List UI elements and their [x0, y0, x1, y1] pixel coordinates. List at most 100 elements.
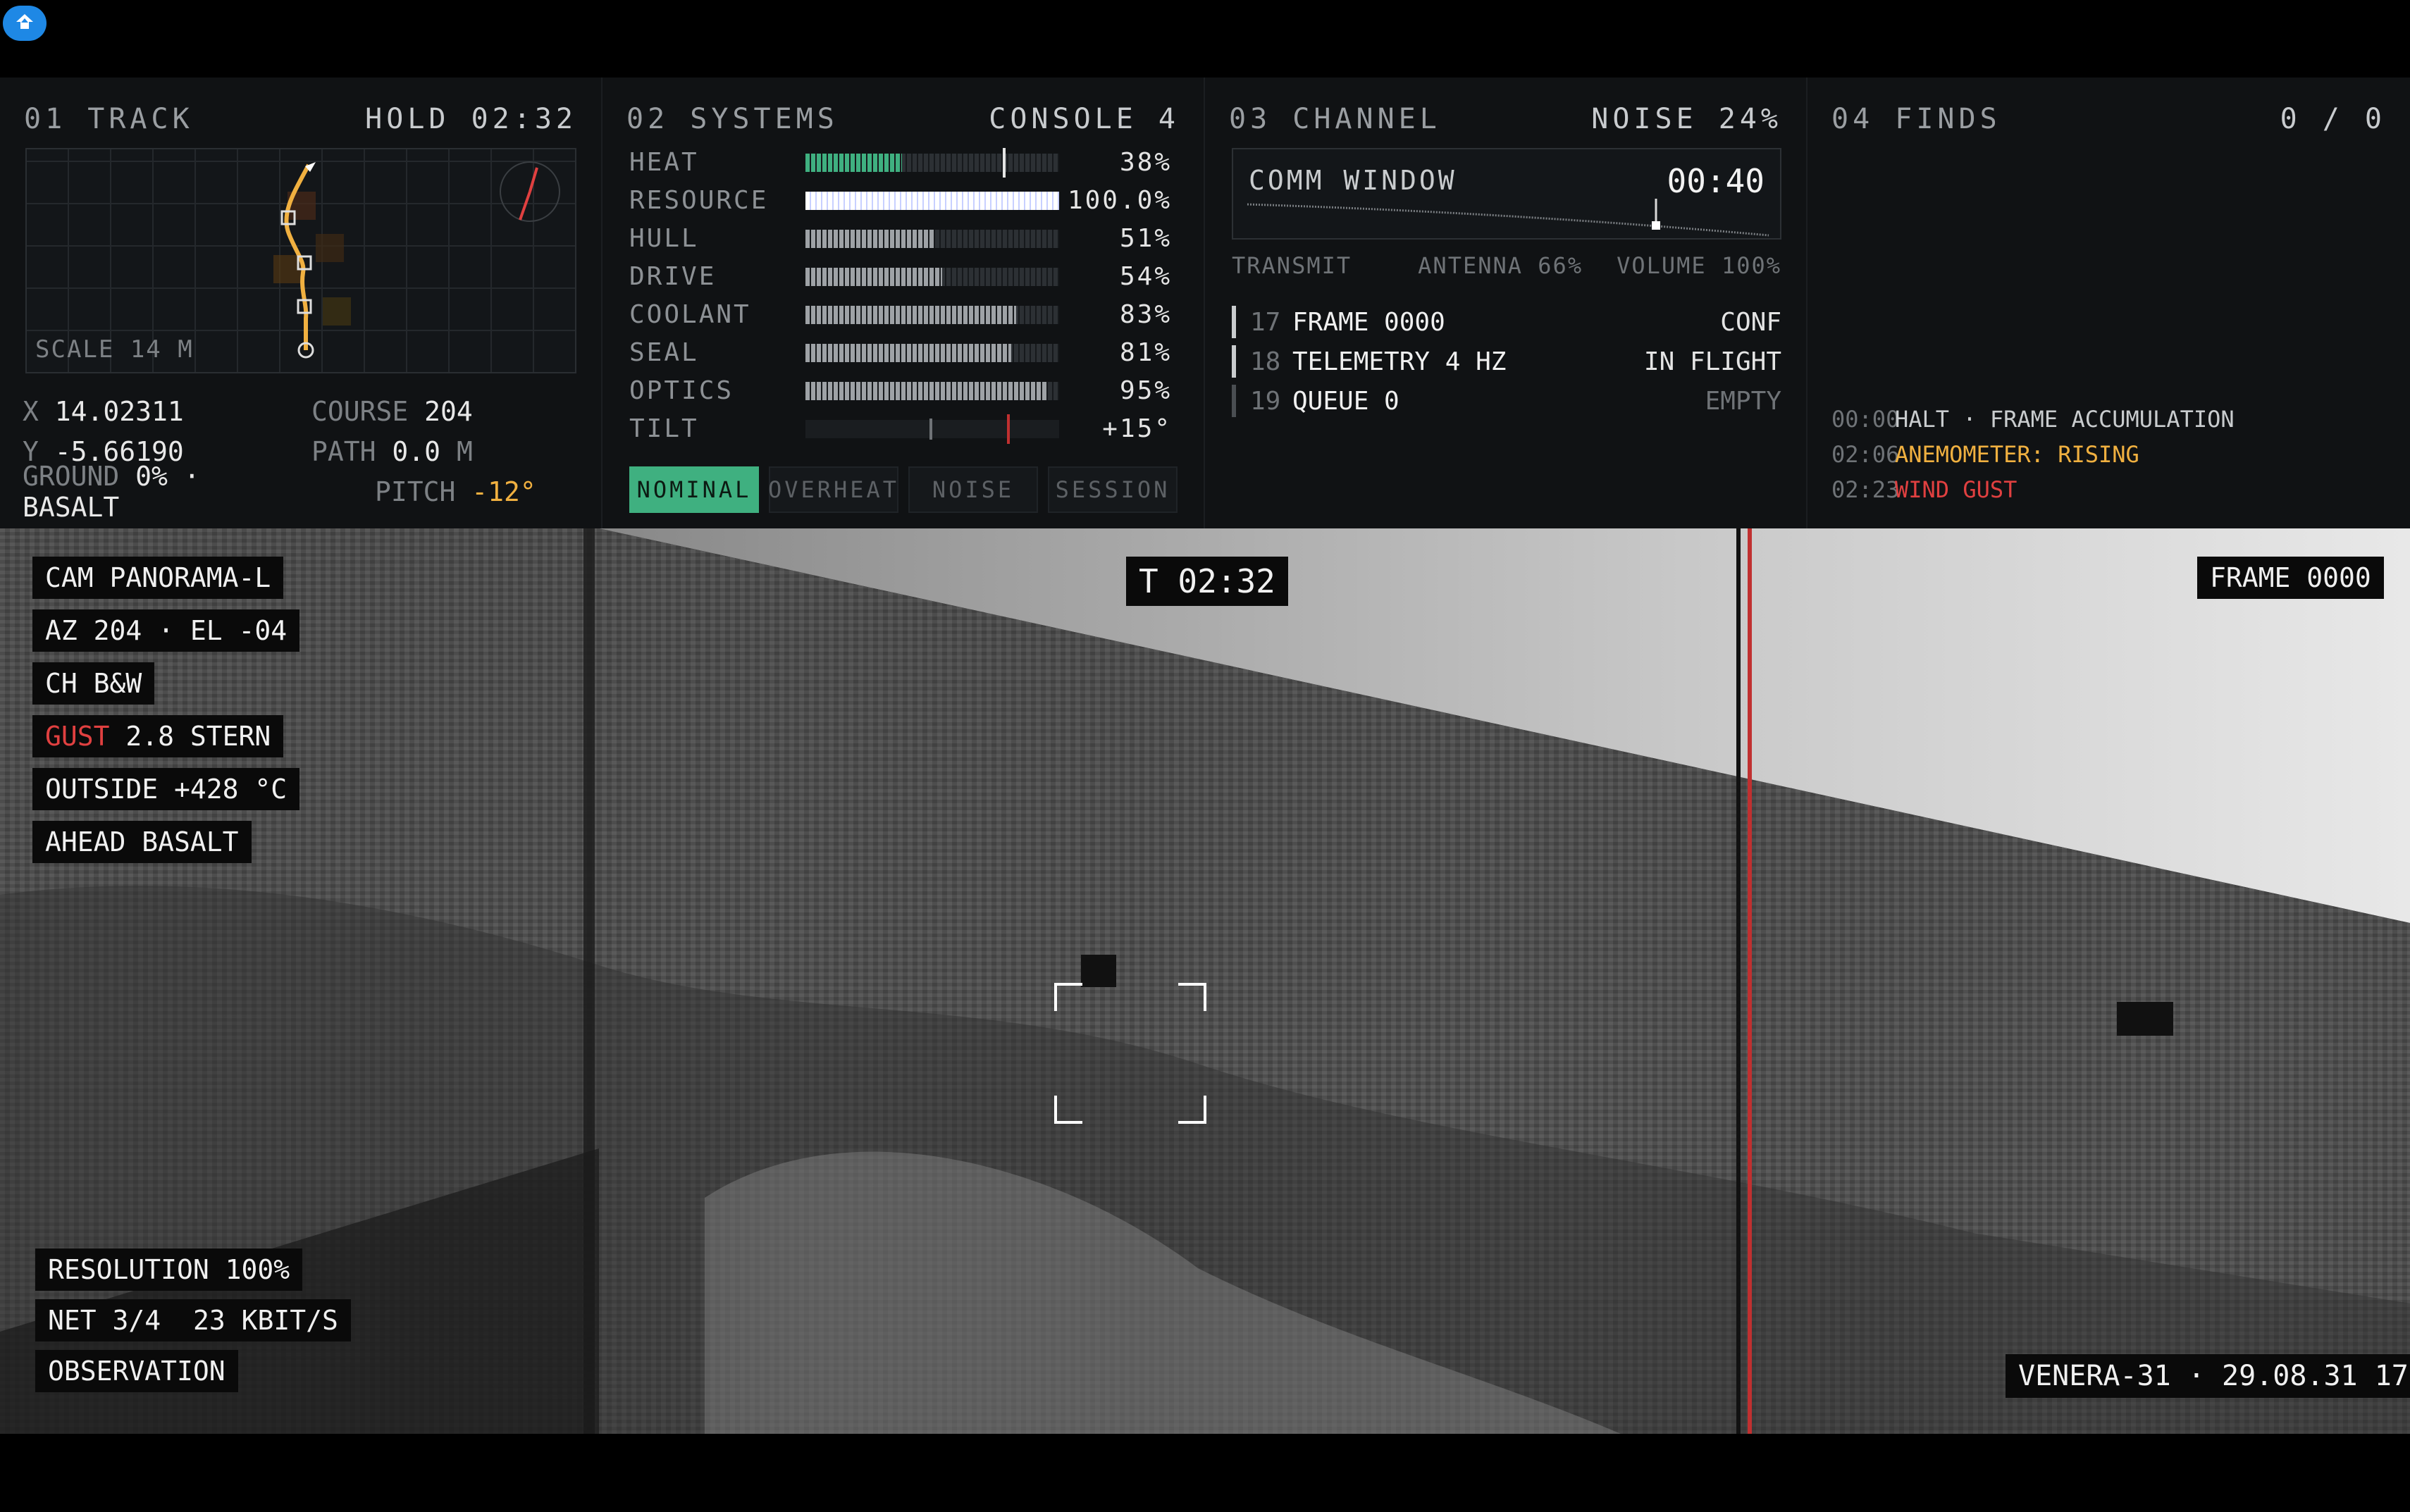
course-value: 204: [424, 395, 473, 427]
map-scale: SCALE 14 M: [35, 335, 194, 364]
system-level-bar: [805, 191, 1059, 210]
home-up-icon: [13, 11, 36, 36]
system-level-bar: [805, 381, 1059, 400]
target-bracket: [1054, 1096, 1082, 1124]
systems-panel: 02 SYSTEMS CONSOLE 4 HEAT 38% RESOURCE 100.…: [602, 78, 1205, 528]
finds-count: 0 / 0: [2280, 103, 2386, 135]
system-level-fill: [805, 305, 1016, 324]
system-label: HULL: [629, 224, 699, 253]
antenna-level: ANTENNA 66%: [1418, 252, 1583, 279]
system-label: DRIVE: [629, 262, 717, 291]
comm-window: COMM WINDOW 00:40: [1232, 148, 1781, 240]
mode-nominal-button[interactable]: NOMINAL: [629, 466, 759, 513]
tilt-marker: [1007, 414, 1010, 444]
system-row-coolant: COOLANT 83%: [629, 300, 1172, 329]
transmit-header: TRANSMIT ANTENNA 66% VOLUME 100%: [1232, 252, 1781, 279]
system-row-resource: RESOURCE 100.0%: [629, 186, 1172, 215]
system-value: 83%: [1119, 300, 1172, 329]
bottom-bar: [0, 1434, 2410, 1512]
mode-noise-button[interactable]: NOISE: [908, 466, 1038, 513]
target-bracket: [1178, 983, 1206, 1011]
mode-session-button[interactable]: SESSION: [1048, 466, 1178, 513]
volume-level: VOLUME 100%: [1617, 252, 1781, 279]
course-label: COURSE: [311, 395, 409, 427]
home-button[interactable]: [3, 6, 47, 41]
target-bracket: [1054, 983, 1082, 1011]
system-value: 51%: [1119, 224, 1172, 253]
system-label: COOLANT: [629, 300, 751, 329]
mode-overheat-button[interactable]: OVERHEAT: [768, 466, 898, 513]
system-row-hull: HULL 51%: [629, 224, 1172, 253]
finds-panel: 04 FINDS 0 / 0 00:00 HALT · FRAME ACCUMU…: [1808, 78, 2410, 528]
systems-console: CONSOLE 4: [989, 103, 1180, 135]
system-level-fill: [805, 267, 943, 286]
system-level-bar: [805, 343, 1059, 362]
system-value: +15°: [1102, 414, 1172, 443]
path-label: PATH: [311, 435, 376, 467]
x-label: X: [23, 395, 39, 427]
system-row-heat: HEAT 38%: [629, 147, 1172, 178]
track-title: 01 TRACK: [24, 103, 194, 135]
channel-noise: NOISE 24%: [1591, 103, 1782, 135]
ahead-terrain: AHEAD BASALT: [32, 821, 252, 863]
camera-feed[interactable]: CAM PANORAMA-L AZ 204 · EL -04 CH B&W GU…: [0, 528, 2410, 1434]
pitch-value: -12°: [471, 476, 536, 507]
log-entry: 02:23 WIND GUST: [1831, 476, 2017, 503]
system-level-fill: [805, 153, 902, 172]
track-coordinates: X 14.02311 COURSE 204 Y -5.66190 PATH 0.…: [23, 391, 579, 523]
queue-row[interactable]: 19 QUEUE 0 EMPTY: [1232, 382, 1781, 420]
path-value: 0.0: [392, 435, 441, 467]
resolution-readout: RESOLUTION 100%: [35, 1248, 303, 1291]
system-row-tilt: TILT +15°: [629, 414, 1172, 444]
outside-temp: OUTSIDE +428 °C: [32, 768, 300, 810]
system-label: HEAT: [629, 148, 699, 177]
gust-readout: GUST 2.8 STERN: [32, 715, 284, 757]
queue-row[interactable]: 18 TELEMETRY 4 HZ IN FLIGHT: [1232, 342, 1781, 380]
queue-row[interactable]: 17 FRAME 0000 CONF: [1232, 303, 1781, 341]
channel-title: 03 CHANNEL: [1229, 103, 1441, 135]
observation-mode: OBSERVATION: [35, 1350, 238, 1392]
heat-threshold-marker: [1003, 147, 1006, 178]
telemetry-panels: 01 TRACK HOLD 02:32 SCALE 14 M X 14.0231…: [0, 78, 2410, 528]
azimuth-elevation: AZ 204 · EL -04: [32, 609, 300, 652]
system-level-bar: [805, 267, 1059, 286]
system-row-seal: SEAL 81%: [629, 338, 1172, 367]
ground-value: 0%: [135, 460, 168, 492]
system-value: 54%: [1119, 262, 1172, 291]
system-label: TILT: [629, 414, 699, 443]
top-bar: [0, 0, 2410, 78]
system-level-bar: [805, 414, 1059, 444]
track-status: HOLD 02:32: [365, 103, 577, 135]
system-value: 81%: [1119, 338, 1172, 367]
pitch-label: PITCH: [375, 476, 456, 507]
channel-mode: CH B&W: [32, 662, 155, 705]
track-map[interactable]: SCALE 14 M: [25, 148, 576, 373]
system-level-fill: [805, 381, 1046, 400]
system-value: 38%: [1119, 148, 1172, 177]
system-label: OPTICS: [629, 376, 734, 405]
system-level-bar: [805, 305, 1059, 324]
x-value: 14.02311: [54, 395, 184, 427]
channel-panel: 03 CHANNEL NOISE 24% COMM WINDOW 00:40 T…: [1205, 78, 1808, 528]
system-label: RESOURCE: [629, 186, 769, 215]
system-level-bar: [805, 229, 1059, 248]
system-level-fill: [805, 191, 1059, 210]
ground-label: GROUND: [23, 460, 120, 492]
cam-label: CAM PANORAMA-L: [32, 557, 284, 599]
tilt-center-marker: [929, 418, 932, 440]
system-level-bar: [805, 147, 1059, 178]
path-unit: M: [456, 435, 473, 467]
frame-counter: FRAME 0000: [2197, 557, 2384, 599]
system-level-fill: [805, 229, 935, 248]
system-level-fill: [805, 343, 1011, 362]
log-entry: 00:00 HALT · FRAME ACCUMULATION: [1831, 406, 2235, 433]
systems-title: 02 SYSTEMS: [626, 103, 839, 135]
log-entry: 02:06 ANEMOMETER: RISING: [1831, 441, 2139, 468]
transmit-label: TRANSMIT: [1232, 252, 1352, 279]
system-value: 95%: [1119, 376, 1172, 405]
mission-timer: T 02:32: [1126, 557, 1288, 606]
track-panel: 01 TRACK HOLD 02:32 SCALE 14 M X 14.0231…: [0, 78, 602, 528]
target-bracket: [1178, 1096, 1206, 1124]
finds-title: 04 FINDS: [1831, 103, 2001, 135]
mode-selector: NOMINAL OVERHEAT NOISE SESSION: [629, 466, 1178, 513]
